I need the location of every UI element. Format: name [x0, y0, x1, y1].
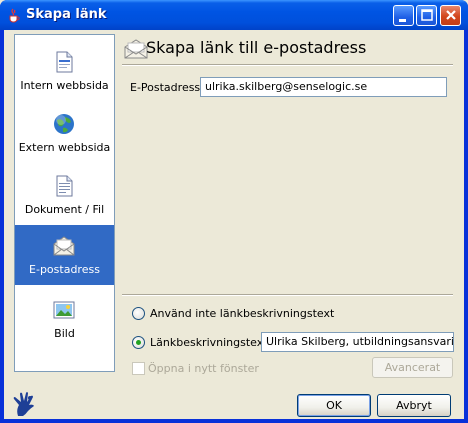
- image-icon: [53, 301, 75, 319]
- nav-item-label: Bild: [54, 327, 75, 340]
- link-type-list: Intern webbsida Extern webbsida Dokument…: [14, 34, 115, 372]
- nav-item-e-postadress[interactable]: E-postadress: [15, 225, 114, 285]
- nav-item-bild[interactable]: Bild: [15, 289, 114, 349]
- open-new-window-checkbox[interactable]: [132, 362, 145, 375]
- nav-item-intern-webbsida[interactable]: Intern webbsida: [15, 41, 114, 101]
- nav-item-extern-webbsida[interactable]: Extern webbsida: [15, 103, 114, 163]
- window-border: [0, 419, 468, 423]
- java-cup-icon: [9, 8, 20, 23]
- advanced-button[interactable]: Avancerat: [372, 357, 453, 378]
- divider: [122, 64, 453, 66]
- cancel-button[interactable]: Avbryt: [377, 394, 451, 417]
- maximize-button[interactable]: [416, 5, 437, 26]
- no-description-radio[interactable]: [132, 307, 145, 320]
- nav-item-label: Intern webbsida: [20, 79, 109, 92]
- dialog-window: Skapa länk Intern webbsida Extern webbsi…: [0, 0, 468, 423]
- document-icon: [56, 51, 73, 73]
- close-icon: [446, 10, 456, 20]
- file-icon: [56, 175, 73, 197]
- dialog-body: Intern webbsida Extern webbsida Dokument…: [4, 30, 464, 419]
- content-panel: Skapa länk till e-postadress E-Postadres…: [118, 34, 457, 378]
- nav-item-dokument-fil[interactable]: Dokument / Fil: [15, 165, 114, 225]
- senselogic-hand-icon: [13, 392, 34, 416]
- envelope-icon: [53, 236, 75, 256]
- description-field[interactable]: Ulrika Skilberg, utbildningsansvarig på: [261, 332, 454, 352]
- nav-item-label: E-postadress: [29, 263, 100, 276]
- nav-item-label: Extern webbsida: [18, 141, 111, 154]
- close-button[interactable]: [440, 5, 461, 26]
- email-label: E-Postadress:: [130, 81, 204, 94]
- globe-icon: [54, 114, 74, 134]
- maximize-icon: [421, 9, 433, 21]
- minimize-button[interactable]: [393, 5, 414, 26]
- email-field[interactable]: ulrika.skilberg@senselogic.se: [200, 77, 447, 97]
- nav-item-label: Dokument / Fil: [24, 203, 105, 216]
- window-title: Skapa länk: [26, 7, 107, 22]
- divider: [122, 294, 453, 296]
- description-label[interactable]: Länkbeskrivningstext:: [150, 336, 271, 349]
- ok-button[interactable]: OK: [297, 394, 371, 417]
- open-new-window-label: Öppna i nytt fönster: [148, 362, 259, 375]
- no-description-label[interactable]: Använd inte länkbeskrivningstext: [150, 307, 334, 320]
- description-radio[interactable]: [132, 336, 145, 349]
- title-bar[interactable]: Skapa länk: [0, 0, 468, 30]
- minimize-icon: [399, 19, 406, 22]
- envelope-icon: [124, 39, 148, 59]
- page-title: Skapa länk till e-postadress: [146, 38, 367, 57]
